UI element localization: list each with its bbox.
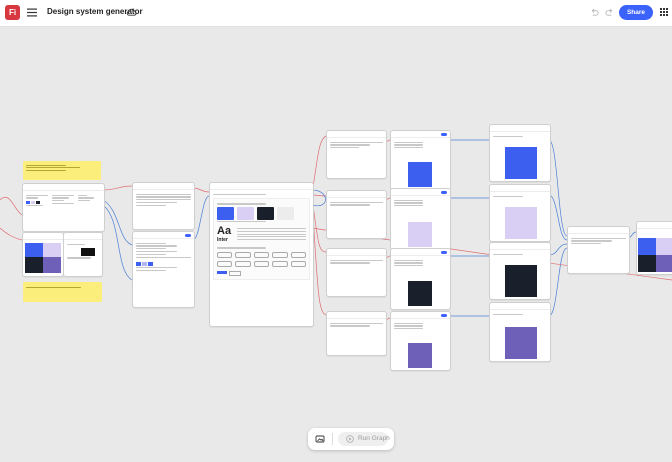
image-output-node[interactable] xyxy=(489,242,551,300)
divider xyxy=(332,433,333,445)
image-node[interactable] xyxy=(63,232,103,277)
toggle-switch[interactable] xyxy=(185,234,191,237)
output-image xyxy=(505,147,537,179)
run-toolbar: Run Graph xyxy=(308,428,394,450)
input-image-node[interactable] xyxy=(22,183,105,232)
generate-image-node[interactable] xyxy=(390,311,451,371)
sticky-note[interactable] xyxy=(23,282,102,302)
image-icon[interactable] xyxy=(315,434,325,444)
image-output-node[interactable] xyxy=(489,184,551,242)
output-image xyxy=(638,255,656,272)
text-prompt-node[interactable] xyxy=(326,130,387,179)
typography-font-name: Inter xyxy=(217,237,228,244)
output-image xyxy=(656,255,672,272)
output-image xyxy=(656,238,672,255)
image-tile xyxy=(43,257,61,273)
typography-sample: Aa xyxy=(217,225,232,238)
output-image xyxy=(505,207,537,239)
image-tile xyxy=(25,257,43,273)
text-prompt-node[interactable] xyxy=(326,311,387,356)
layout-node[interactable] xyxy=(567,226,630,274)
generated-image xyxy=(408,222,432,247)
image-tile xyxy=(43,243,61,257)
image-output-node[interactable] xyxy=(489,124,551,182)
color-swatch xyxy=(257,206,274,220)
color-swatch xyxy=(217,206,234,220)
design-system-node[interactable]: Aa Inter xyxy=(209,182,314,327)
final-output-node[interactable] xyxy=(636,221,672,275)
text-prompt-node[interactable] xyxy=(132,182,195,230)
color-swatch xyxy=(237,206,254,220)
generated-image xyxy=(408,343,432,368)
text-prompt-node[interactable] xyxy=(326,190,387,239)
generated-image xyxy=(408,162,432,187)
toggle-switch[interactable] xyxy=(441,251,447,254)
sticky-note[interactable] xyxy=(23,161,101,180)
output-image xyxy=(505,327,537,359)
image-output-node[interactable] xyxy=(489,302,551,362)
color-swatch xyxy=(277,206,294,220)
run-graph-label: Run Graph xyxy=(358,435,390,442)
run-graph-button[interactable]: Run Graph xyxy=(338,432,390,446)
play-icon xyxy=(346,435,354,443)
generate-image-node[interactable] xyxy=(390,248,451,310)
toggle-switch[interactable] xyxy=(441,133,447,136)
image-node[interactable] xyxy=(22,232,64,277)
generate-image-node[interactable] xyxy=(390,188,451,250)
image-tile xyxy=(25,243,43,257)
output-image xyxy=(638,238,656,255)
toggle-switch[interactable] xyxy=(441,314,447,317)
generated-image xyxy=(408,281,432,306)
text-prompt-node[interactable] xyxy=(326,248,387,297)
generate-image-settings-node[interactable] xyxy=(132,231,195,308)
output-image xyxy=(505,265,537,297)
toggle-switch[interactable] xyxy=(441,191,447,194)
generate-image-node[interactable] xyxy=(390,130,451,190)
